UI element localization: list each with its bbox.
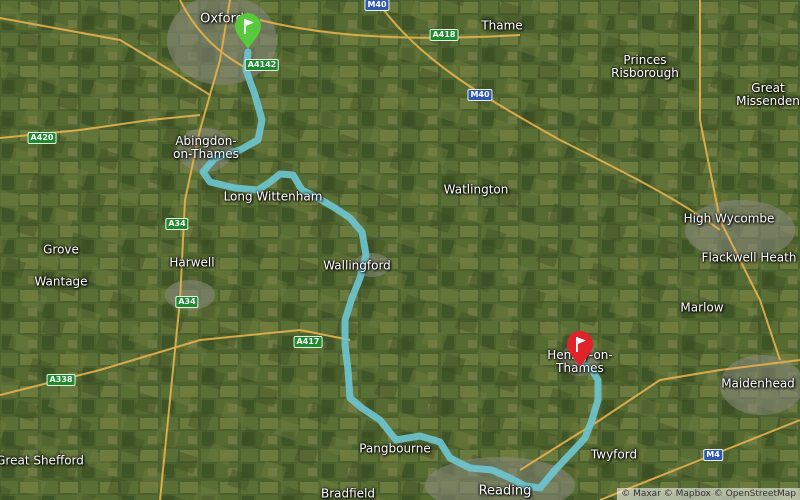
place-label-great-shefford: Great Shefford	[0, 453, 84, 468]
road-shield-a34-north: A34	[165, 218, 189, 230]
place-label-princes-risborough: Princes Risborough	[611, 53, 679, 80]
place-label-flackwell-heath: Flackwell Heath	[701, 250, 797, 265]
road-shield-a417: A417	[293, 336, 323, 348]
place-label-thame: Thame	[481, 18, 523, 33]
map-canvas[interactable]: Oxford Thame Princes Risborough Great Mi…	[0, 0, 800, 500]
end-flag-icon	[567, 331, 593, 367]
place-label-wantage: Wantage	[34, 274, 88, 289]
place-label-high-wycombe: High Wycombe	[683, 211, 775, 226]
place-label-wallingford: Wallingford	[323, 258, 391, 273]
road-shield-m40-north: M40	[364, 0, 390, 11]
place-label-great-missenden: Great Missenden	[736, 81, 800, 108]
place-label-long-wittenham: Long Wittenham	[223, 189, 323, 204]
place-label-reading: Reading	[478, 483, 532, 499]
road-shield-a34-south: A34	[175, 296, 199, 308]
road-shield-a420: A420	[27, 132, 57, 144]
road-shield-m4: M4	[703, 449, 723, 461]
place-label-pangbourne: Pangbourne	[359, 441, 431, 456]
place-label-abingdon: Abingdon- on-Thames	[173, 134, 239, 161]
road-shield-a338: A338	[46, 374, 76, 386]
place-label-watlington: Watlington	[443, 182, 509, 197]
start-marker[interactable]	[234, 12, 262, 54]
place-label-grove: Grove	[43, 242, 79, 257]
end-marker[interactable]	[566, 330, 594, 372]
start-flag-icon	[235, 13, 261, 49]
satellite-imagery	[0, 0, 800, 500]
road-shield-a418: A418	[429, 29, 459, 41]
place-label-bradfield: Bradfield	[320, 486, 376, 500]
place-label-harwell: Harwell	[169, 255, 215, 270]
place-label-twyford: Twyford	[590, 447, 638, 462]
map-attribution[interactable]: © Maxar © Mapbox © OpenStreetMap	[617, 488, 800, 500]
road-shield-m40: M40	[467, 89, 493, 101]
place-label-maidenhead: Maidenhead	[721, 376, 795, 391]
place-label-marlow: Marlow	[680, 300, 724, 315]
road-shield-a4142: A4142	[244, 59, 280, 71]
